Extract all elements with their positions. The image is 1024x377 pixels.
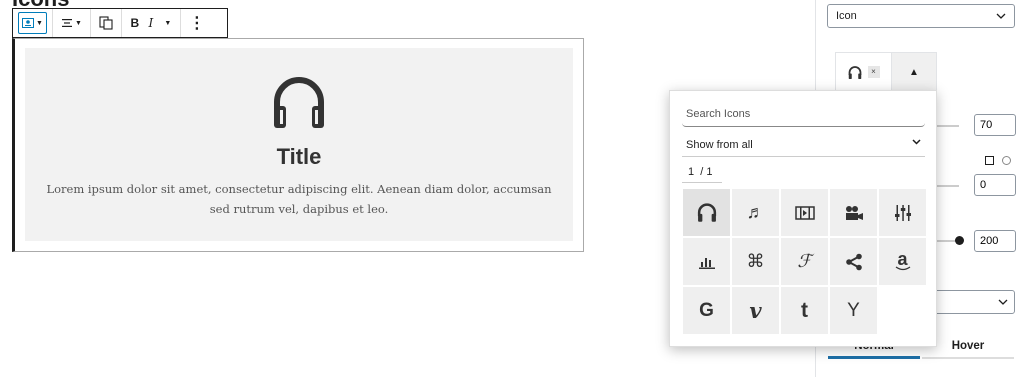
icon-picker-popover: Search Icons Show from all 1 / 1 ♬ ⌘ ℱ a (669, 90, 937, 347)
copy-style-button[interactable] (96, 12, 116, 34)
foursquare-f-icon[interactable]: ℱ (781, 238, 828, 285)
page-indicator: 1 / 1 (682, 163, 722, 183)
card-title[interactable]: Title (25, 144, 573, 170)
amazon-smile-icon (895, 266, 910, 271)
page-total: / 1 (700, 166, 713, 178)
google-icon[interactable]: G (683, 287, 730, 334)
size-slider-track[interactable] (937, 125, 959, 127)
show-from-value: Show from all (686, 139, 753, 151)
page-number-input[interactable]: 1 (688, 166, 694, 178)
border-slider-track[interactable] (937, 185, 959, 187)
active-tab-indicator (828, 356, 920, 359)
ycombinator-icon[interactable]: Y (830, 287, 877, 334)
show-from-select[interactable]: Show from all (682, 135, 925, 157)
tumblr-icon[interactable]: t (781, 287, 828, 334)
icon-card: Title Lorem ipsum dolor sit amet, consec… (25, 48, 573, 241)
copy-icon (99, 16, 113, 30)
remove-icon-button[interactable]: × (867, 66, 880, 78)
music-note-icon[interactable]: ♬ (732, 189, 779, 236)
type-select[interactable]: Icon (827, 4, 1015, 28)
icon-picker-control[interactable]: × ▲ (835, 52, 937, 92)
icon-grid: ♬ ⌘ ℱ a G v t Y (683, 189, 926, 334)
vimeo-icon[interactable]: v (732, 287, 779, 334)
chevron-down-icon: ▼ (74, 19, 82, 27)
selected-icon-preview: × (836, 53, 892, 91)
icon-box-block[interactable]: Title Lorem ipsum dolor sit amet, consec… (12, 38, 584, 252)
square-shape-icon[interactable] (985, 156, 994, 165)
toggle-picker-button[interactable]: ▲ (892, 53, 936, 91)
align-button[interactable]: ▼ (58, 12, 85, 34)
search-icons-input[interactable]: Search Icons (682, 103, 925, 127)
more-options-button[interactable]: ⋮ (186, 12, 208, 34)
headphones-icon (848, 65, 861, 79)
more-formats-button[interactable]: ▼ (159, 12, 175, 34)
size-input[interactable] (974, 114, 1016, 136)
card-description[interactable]: Lorem ipsum dolor sit amet, consectetur … (39, 179, 559, 219)
share-icon[interactable] (830, 238, 877, 285)
headphones-icon[interactable] (683, 189, 730, 236)
chevron-down-icon (998, 299, 1008, 305)
chevron-down-icon (996, 13, 1006, 19)
bold-button[interactable]: B (127, 12, 143, 34)
secondary-select[interactable] (930, 290, 1015, 314)
type-select-value: Icon (836, 10, 857, 22)
tab-divider (922, 357, 1014, 359)
chevron-down-icon: ▼ (36, 19, 43, 27)
chevron-down-icon (912, 139, 921, 145)
bar-chart-icon[interactable] (683, 238, 730, 285)
width-slider-handle[interactable] (955, 236, 964, 245)
amazon-icon[interactable]: a (879, 238, 926, 285)
chevron-down-icon: ▼ (164, 19, 172, 27)
block-type-button[interactable]: ▼ (18, 12, 47, 34)
command-icon[interactable]: ⌘ (732, 238, 779, 285)
border-input[interactable] (974, 174, 1016, 196)
italic-button[interactable]: I (143, 12, 159, 34)
width-input[interactable] (974, 230, 1016, 252)
amazon-letter: a (897, 249, 908, 269)
film-icon[interactable] (781, 189, 828, 236)
video-camera-icon[interactable] (830, 189, 877, 236)
equalizer-icon[interactable] (879, 189, 926, 236)
block-toolbar: ▼ ▼ B I ▼ ⋮ (12, 8, 228, 38)
icon-block-icon (22, 18, 34, 28)
circle-shape-icon[interactable] (1002, 156, 1011, 165)
headphones-icon (25, 76, 573, 128)
align-center-icon (61, 19, 72, 27)
